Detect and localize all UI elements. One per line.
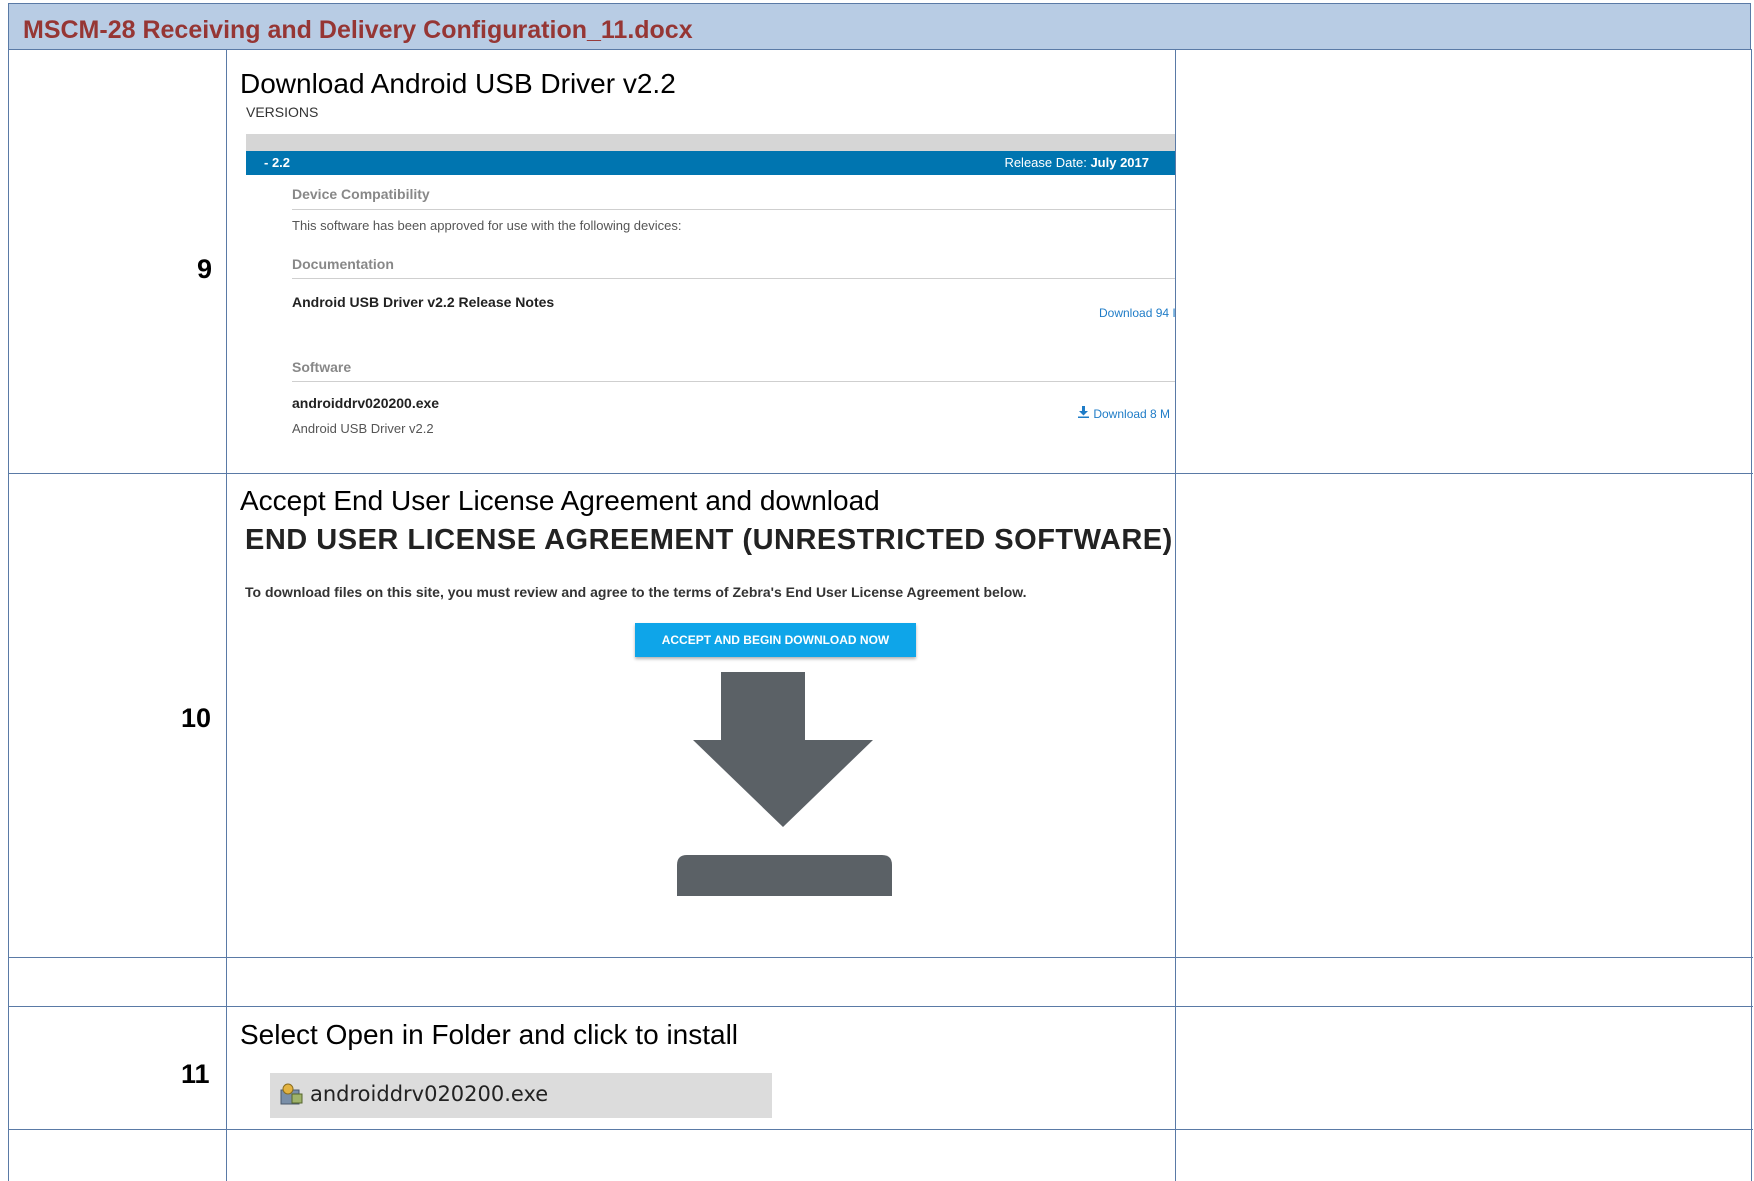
step-heading: Download Android USB Driver v2.2 (240, 68, 676, 99)
step-heading: Accept End User License Agreement and do… (240, 485, 880, 516)
download-arrow-icon[interactable] (672, 672, 902, 904)
software-download-link[interactable]: Download 8 M (1078, 406, 1175, 421)
eula-title: END USER LICENSE AGREEMENT (UNRESTRICTED… (245, 524, 1173, 556)
release-date-label: Release Date: (1004, 155, 1087, 170)
downloaded-file-item[interactable]: androiddrv020200.exe (270, 1073, 772, 1118)
software-title: Software (292, 359, 352, 375)
document-page: MSCM-28 Receiving and Delivery Configura… (8, 0, 1753, 1181)
release-date: July 2017 (1090, 155, 1149, 170)
step-number: 10 (181, 703, 212, 733)
column-divider-1 (226, 49, 227, 1181)
release-date-group: Release Date: July 2017 (1004, 155, 1149, 170)
software-download-label: Download 8 M (1093, 407, 1171, 421)
release-notes-link[interactable]: Android USB Driver v2.2 Release Notes (292, 294, 554, 310)
table-border-right (1751, 49, 1752, 1181)
steps-table: 9 Download Android USB Driver v2.2 VERSI… (8, 49, 1753, 1181)
release-notes-download-link[interactable]: Download 94 I (1099, 306, 1175, 320)
device-compat-title: Device Compatibility (292, 186, 430, 202)
row-divider (8, 473, 1753, 474)
software-file-name[interactable]: androiddrv020200.exe (292, 395, 439, 411)
section-divider (292, 381, 1175, 382)
eula-subtitle: To download files on this site, you must… (245, 584, 1027, 600)
row-divider (8, 957, 1753, 958)
versions-gray-bar (246, 134, 1175, 151)
installer-file-name: androiddrv020200.exe (310, 1082, 549, 1106)
version-number: - 2.2 (264, 155, 291, 170)
document-title-band: MSCM-28 Receiving and Delivery Configura… (8, 3, 1751, 50)
step-number: 9 (197, 254, 213, 284)
section-divider (292, 209, 1175, 210)
document-title: MSCM-28 Receiving and Delivery Configura… (23, 16, 693, 44)
row-divider (8, 1129, 1753, 1130)
software-file-description: Android USB Driver v2.2 (292, 421, 434, 436)
version-bar[interactable]: - 2.2 Release Date: July 2017 (246, 151, 1175, 175)
step-number: 11 (181, 1059, 210, 1089)
download-icon (1078, 406, 1090, 421)
accept-download-button[interactable]: ACCEPT AND BEGIN DOWNLOAD NOW (635, 623, 916, 657)
column-divider-2 (1175, 49, 1176, 1181)
device-compat-text: This software has been approved for use … (292, 218, 682, 233)
row-divider (8, 1006, 1753, 1007)
installer-icon (278, 1081, 304, 1107)
documentation-title: Documentation (292, 256, 394, 272)
section-divider (292, 278, 1175, 279)
versions-label: VERSIONS (246, 104, 319, 120)
step-heading: Select Open in Folder and click to insta… (240, 1019, 739, 1050)
table-border-left (8, 49, 9, 1181)
